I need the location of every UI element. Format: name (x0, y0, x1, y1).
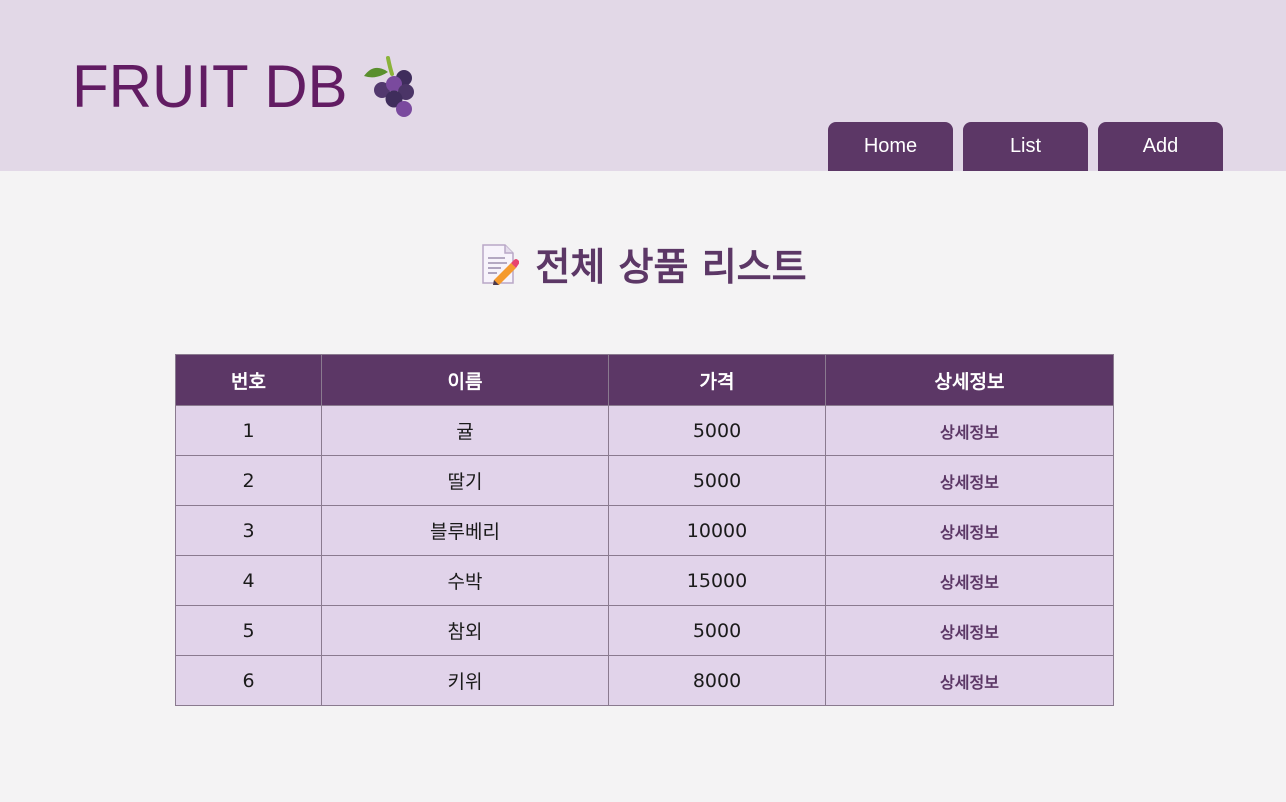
table-row: 3 블루베리 10000 상세정보 (175, 505, 1114, 556)
main-nav: Home List Add (828, 122, 1223, 171)
table-row: 1 귤 5000 상세정보 (175, 405, 1114, 456)
cell-number: 6 (175, 655, 322, 706)
detail-link[interactable]: 상세정보 (940, 423, 999, 442)
cell-detail: 상세정보 (825, 655, 1114, 706)
cell-name: 딸기 (321, 455, 609, 506)
cell-price: 8000 (608, 655, 826, 706)
column-header-detail: 상세정보 (825, 354, 1114, 406)
table-row: 2 딸기 5000 상세정보 (175, 455, 1114, 506)
cell-price: 5000 (608, 405, 826, 456)
cell-number: 4 (175, 555, 322, 606)
grape-icon (363, 56, 414, 117)
cell-price: 10000 (608, 505, 826, 556)
cell-number: 5 (175, 605, 322, 656)
detail-link[interactable]: 상세정보 (940, 473, 999, 492)
cell-price: 5000 (608, 455, 826, 506)
table-row: 5 참외 5000 상세정보 (175, 605, 1114, 656)
cell-name: 블루베리 (321, 505, 609, 556)
column-header-name: 이름 (321, 354, 609, 406)
cell-number: 3 (175, 505, 322, 556)
detail-link[interactable]: 상세정보 (940, 623, 999, 642)
cell-name: 귤 (321, 405, 609, 456)
page-title-text: 전체 상품 리스트 (535, 245, 807, 289)
product-table: 번호 이름 가격 상세정보 1 귤 5000 상세정보 2 딸기 5000 상세… (175, 354, 1114, 706)
table-header-row: 번호 이름 가격 상세정보 (175, 354, 1114, 406)
cell-detail: 상세정보 (825, 455, 1114, 506)
cell-name: 참외 (321, 605, 609, 656)
memo-icon (482, 243, 520, 285)
cell-detail: 상세정보 (825, 405, 1114, 456)
cell-number: 1 (175, 405, 322, 456)
nav-add-button[interactable]: Add (1098, 122, 1223, 171)
column-header-number: 번호 (175, 354, 322, 406)
nav-home-button[interactable]: Home (828, 122, 953, 171)
cell-name: 수박 (321, 555, 609, 606)
cell-price: 5000 (608, 605, 826, 656)
cell-detail: 상세정보 (825, 555, 1114, 606)
detail-link[interactable]: 상세정보 (940, 523, 999, 542)
logo[interactable]: FRUIT DB (72, 52, 420, 122)
cell-price: 15000 (608, 555, 826, 606)
detail-link[interactable]: 상세정보 (940, 673, 999, 692)
cell-name: 키위 (321, 655, 609, 706)
detail-link[interactable]: 상세정보 (940, 573, 999, 592)
cell-detail: 상세정보 (825, 505, 1114, 556)
cell-number: 2 (175, 455, 322, 506)
page-title: 전체 상품 리스트 (0, 236, 1286, 291)
logo-text: FRUIT DB (72, 53, 348, 120)
site-header: FRUIT DB Home List Add (0, 0, 1286, 171)
table-row: 6 키위 8000 상세정보 (175, 655, 1114, 706)
cell-detail: 상세정보 (825, 605, 1114, 656)
table-row: 4 수박 15000 상세정보 (175, 555, 1114, 606)
nav-list-button[interactable]: List (963, 122, 1088, 171)
column-header-price: 가격 (608, 354, 826, 406)
